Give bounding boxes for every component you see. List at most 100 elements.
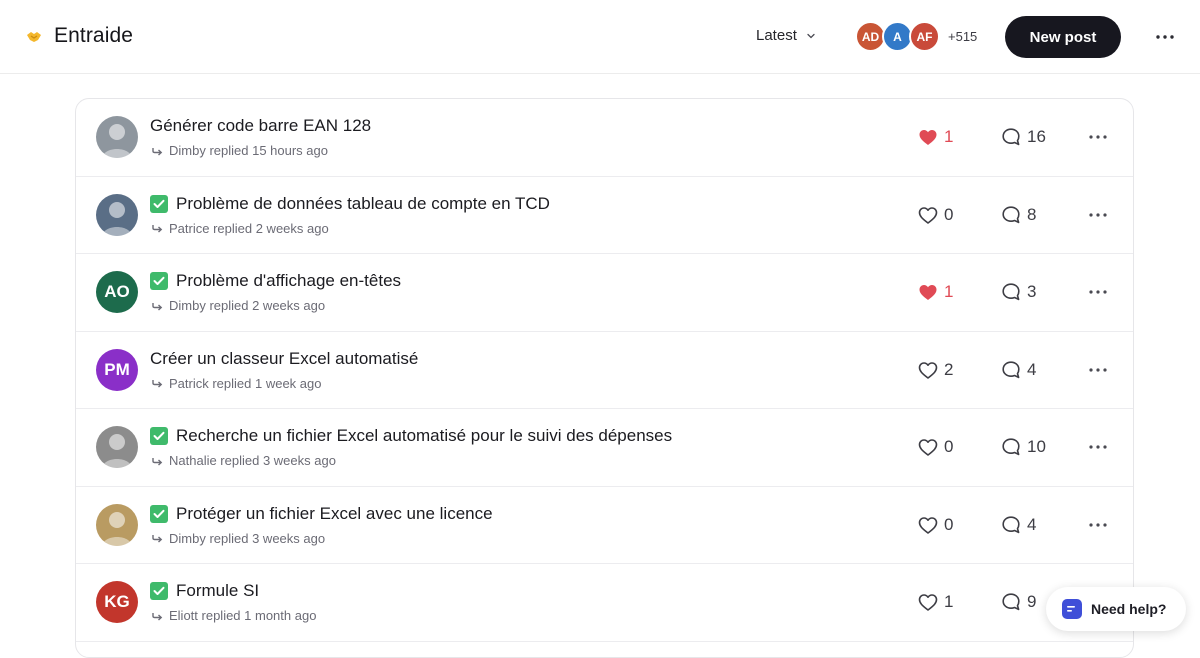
- comments-button[interactable]: 3: [1001, 282, 1036, 302]
- comment-count: 4: [1027, 359, 1037, 379]
- more-options-icon[interactable]: [1086, 517, 1110, 533]
- sort-label: Latest: [756, 27, 797, 44]
- comment-count: 9: [1027, 592, 1037, 611]
- post-title[interactable]: Problème d'affichage en-têtes: [150, 271, 401, 291]
- avatar-photo[interactable]: [96, 426, 138, 468]
- post-title-text: Formule SI: [176, 581, 260, 600]
- like-count: 0: [944, 204, 954, 224]
- check-icon: [150, 427, 168, 445]
- post-meta: Nathalie replied 3 weeks ago: [152, 453, 336, 468]
- like-button[interactable]: 1: [918, 127, 953, 147]
- post-row[interactable]: Générer code barre EAN 128 Dimby replied…: [76, 99, 1133, 177]
- post-row[interactable]: Protéger un fichier Excel avec une licen…: [76, 487, 1133, 564]
- comment-count: 16: [1027, 127, 1046, 146]
- chat-icon: [1062, 599, 1082, 619]
- comment-icon: [1002, 438, 1020, 456]
- member-avatar: AF: [909, 21, 940, 52]
- comments-button[interactable]: 10: [1001, 437, 1046, 457]
- reply-arrow-icon: [152, 612, 163, 621]
- like-count: 1: [944, 592, 954, 611]
- heart-icon: [919, 130, 937, 145]
- heart-icon: [918, 516, 938, 534]
- comment-icon: [1002, 593, 1020, 611]
- heart-icon: [918, 361, 938, 379]
- comment-icon: [1002, 360, 1020, 378]
- like-count: 1: [944, 282, 954, 301]
- like-button[interactable]: 2: [918, 360, 953, 380]
- more-options-icon[interactable]: [1086, 129, 1110, 145]
- heart-icon: [918, 594, 938, 611]
- post-row[interactable]: Recherche un fichier Excel automatisé po…: [76, 409, 1133, 487]
- like-count: 0: [944, 437, 954, 456]
- reply-arrow-icon: [152, 147, 163, 156]
- post-title-text: Protéger un fichier Excel avec une licen…: [176, 503, 493, 523]
- avatar-photo[interactable]: [96, 503, 138, 546]
- check-icon: [150, 504, 168, 523]
- post-title-text: Créer un classeur Excel automatisé: [150, 348, 419, 368]
- comment-icon: [1002, 283, 1020, 301]
- top-bar: Entraide Latest AD A AF +515 New post: [0, 0, 1200, 74]
- comments-button[interactable]: 8: [1001, 205, 1036, 225]
- check-icon: [150, 582, 168, 600]
- member-avatars[interactable]: AD A AF +515: [855, 21, 977, 52]
- comment-icon: [1002, 128, 1020, 146]
- like-button[interactable]: 0: [918, 205, 953, 225]
- more-options-icon[interactable]: [1086, 362, 1110, 378]
- handshake-icon: [27, 32, 41, 42]
- like-button[interactable]: 1: [918, 592, 953, 612]
- like-count: 2: [944, 359, 954, 379]
- post-title[interactable]: Formule SI: [150, 581, 259, 601]
- post-meta-text: Dimby replied 3 weeks ago: [169, 530, 326, 546]
- comment-count: 3: [1027, 282, 1037, 301]
- comments-button[interactable]: 4: [1001, 360, 1036, 380]
- post-title[interactable]: Problème de données tableau de compte en…: [150, 194, 550, 214]
- post-title[interactable]: Recherche un fichier Excel automatisé po…: [150, 426, 672, 446]
- post-title[interactable]: Créer un classeur Excel automatisé: [150, 349, 418, 369]
- more-options-icon[interactable]: [1153, 27, 1177, 47]
- sort-dropdown[interactable]: Latest: [756, 27, 817, 44]
- comments-button[interactable]: 4: [1001, 515, 1036, 535]
- comment-icon: [1002, 515, 1020, 533]
- avatar[interactable]: KG: [96, 581, 138, 623]
- post-meta-text: Dimby replied 15 hours ago: [169, 143, 328, 158]
- comments-button[interactable]: 9: [1001, 592, 1036, 612]
- post-title-text: Recherche un fichier Excel automatisé po…: [176, 426, 673, 445]
- post-row[interactable]: AO Problème d'affichage en-têtes Dimby r…: [76, 254, 1133, 332]
- like-button[interactable]: 0: [918, 437, 953, 457]
- heart-icon: [919, 285, 937, 300]
- more-options-icon[interactable]: [1086, 284, 1110, 300]
- more-options-icon[interactable]: [1086, 439, 1110, 455]
- chevron-down-icon: [807, 33, 815, 38]
- post-row[interactable]: KG Formule SI Eliott replied 1 month ago…: [76, 564, 1133, 642]
- post-meta-text: Patrick replied 1 week ago: [169, 375, 322, 391]
- more-options-icon[interactable]: [1086, 207, 1110, 223]
- post-meta-text: Dimby replied 2 weeks ago: [169, 298, 326, 313]
- post-title[interactable]: Générer code barre EAN 128: [150, 116, 371, 136]
- new-post-button[interactable]: New post: [1005, 16, 1121, 58]
- need-help-label: Need help?: [1091, 601, 1167, 617]
- like-button[interactable]: 0: [918, 515, 953, 535]
- heart-icon: [918, 439, 938, 456]
- post-title[interactable]: Protéger un fichier Excel avec une licen…: [150, 504, 493, 524]
- avatar-photo[interactable]: [96, 116, 138, 158]
- avatar[interactable]: AO: [96, 271, 138, 313]
- post-meta-text: Nathalie replied 3 weeks ago: [169, 453, 336, 468]
- reply-arrow-icon: [152, 380, 163, 388]
- post-meta: Dimby replied 3 weeks ago: [152, 531, 325, 546]
- need-help-button[interactable]: Need help?: [1046, 587, 1186, 631]
- like-button[interactable]: 1: [918, 282, 953, 302]
- comment-count: 4: [1027, 514, 1037, 534]
- like-count: 1: [944, 127, 954, 146]
- post-meta-text: Eliott replied 1 month ago: [169, 608, 317, 623]
- reply-arrow-icon: [152, 302, 163, 311]
- post-meta-text: Patrice replied 2 weeks ago: [169, 220, 329, 236]
- avatar-photo[interactable]: [96, 193, 138, 236]
- reply-arrow-icon: [152, 225, 163, 233]
- check-icon: [150, 194, 168, 213]
- post-meta: Dimby replied 15 hours ago: [152, 143, 328, 158]
- avatar[interactable]: PM: [96, 348, 138, 391]
- comments-button[interactable]: 16: [1001, 127, 1046, 147]
- post-row[interactable]: Problème de données tableau de compte en…: [76, 177, 1133, 254]
- post-list: Générer code barre EAN 128 Dimby replied…: [75, 98, 1134, 658]
- post-row[interactable]: PM Créer un classeur Excel automatisé Pa…: [76, 332, 1133, 409]
